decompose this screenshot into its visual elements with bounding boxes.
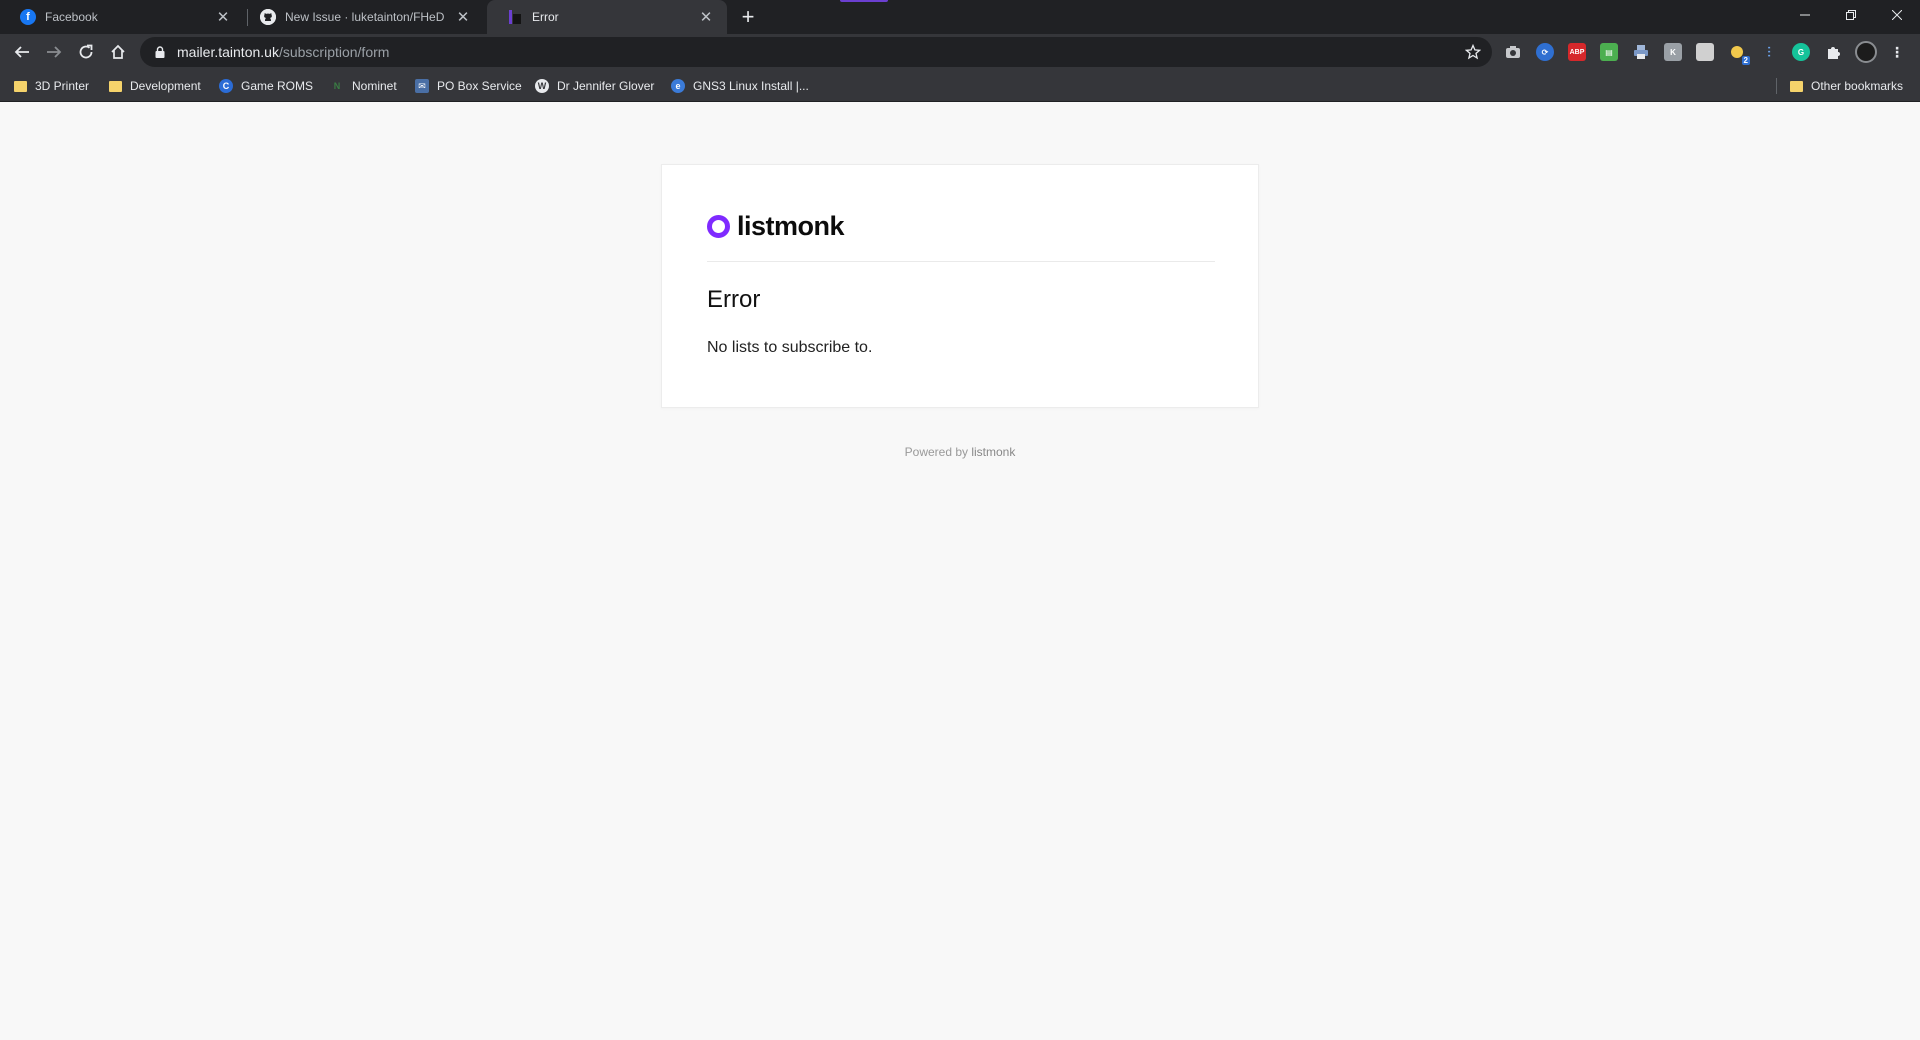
tab-facebook[interactable]: f Facebook ✕	[0, 0, 244, 34]
camera-extension-icon[interactable]	[1504, 43, 1522, 61]
footer-link[interactable]: listmonk	[971, 445, 1015, 459]
bookmark-separator	[1776, 78, 1777, 94]
bookmark-item[interactable]: W Dr Jennifer Glover	[535, 70, 654, 102]
tab-github[interactable]: New Issue · luketainton/FHeD ✕	[240, 0, 484, 34]
green-extension-icon[interactable]: ▤	[1600, 43, 1618, 61]
bookmark-label: Development	[130, 79, 201, 93]
folder-icon	[1790, 80, 1803, 92]
home-icon	[111, 44, 125, 59]
bookmark-label: 3D Printer	[35, 79, 90, 93]
bookmark-label: GNS3 Linux Install |...	[693, 79, 809, 93]
tab-indicator	[840, 0, 888, 2]
tab-strip: f Facebook ✕ New Issue · luketainton/FHe…	[0, 0, 1920, 34]
wordpress-icon: W	[535, 79, 549, 93]
url-domain: mailer.tainton.uk	[177, 44, 279, 60]
close-tab-icon[interactable]: ✕	[697, 8, 715, 26]
tab-title: Error	[532, 10, 559, 24]
error-message: No lists to subscribe to.	[707, 339, 873, 356]
browser-toolbar: mailer.tainton.uk/subscription/form ⟳ AB…	[0, 34, 1920, 70]
extensions-puzzle-icon[interactable]	[1824, 43, 1842, 61]
url-text: mailer.tainton.uk/subscription/form	[177, 44, 389, 60]
printer-extension-icon[interactable]	[1632, 43, 1650, 61]
error-title: Error	[707, 286, 761, 313]
bookmark-item[interactable]: ✉ PO Box Service	[415, 70, 522, 102]
grammarly-icon[interactable]: G	[1792, 43, 1810, 61]
bookmark-label: Dr Jennifer Glover	[557, 79, 655, 93]
nominet-icon: N	[333, 81, 341, 91]
logo-text: listmonk	[737, 211, 845, 241]
close-window-button[interactable]	[1874, 0, 1920, 30]
back-arrow-icon	[14, 46, 29, 58]
new-tab-button[interactable]: +	[736, 6, 760, 30]
other-bookmarks[interactable]: Other bookmarks	[1790, 70, 1903, 102]
adblock-plus-icon[interactable]: ABP	[1568, 43, 1586, 61]
close-tab-icon[interactable]: ✕	[214, 8, 232, 26]
menu-kebab-icon[interactable]: ⋮	[1888, 43, 1906, 61]
bookmarks-bar: 3D Printer Development C Game ROMS N Nom…	[0, 70, 1920, 102]
folder-icon	[14, 80, 27, 92]
bookmark-item[interactable]: e GNS3 Linux Install |...	[671, 70, 809, 102]
back-button[interactable]	[8, 38, 36, 66]
listmonk-icon	[507, 9, 523, 25]
home-button[interactable]	[104, 38, 132, 66]
tab-title: New Issue · luketainton/FHeD	[285, 10, 445, 24]
reload-icon	[79, 44, 93, 59]
url-path: /subscription/form	[278, 44, 390, 60]
close-tab-icon[interactable]: ✕	[454, 8, 472, 26]
extension-badge-count: 2	[1741, 56, 1750, 65]
footer-prefix: Powered by	[904, 445, 972, 459]
lock-icon[interactable]	[153, 45, 167, 59]
bookmark-item[interactable]: C Game ROMS	[219, 70, 313, 102]
other-bookmarks-label: Other bookmarks	[1811, 79, 1904, 93]
error-card: listmonk Error No lists to subscribe to.	[661, 164, 1259, 408]
facebook-icon: f	[20, 9, 36, 25]
sync-extension-icon[interactable]: ⟳	[1536, 43, 1554, 61]
footer: Powered by listmonk	[661, 445, 1259, 459]
po-box-icon: ✉	[415, 79, 429, 93]
card-header: listmonk	[707, 209, 1215, 262]
forward-arrow-icon	[47, 46, 62, 58]
game-roms-icon: C	[219, 79, 233, 93]
bookmark-item[interactable]: N Nominet	[330, 70, 397, 102]
bookmark-item[interactable]: 3D Printer	[14, 70, 89, 102]
bookmark-label: PO Box Service	[437, 79, 522, 93]
bookmark-label: Game ROMS	[241, 79, 314, 93]
tab-title: Facebook	[45, 10, 98, 24]
bookmark-item[interactable]: Development	[109, 70, 201, 102]
folder-icon	[109, 80, 122, 92]
address-bar[interactable]: mailer.tainton.uk/subscription/form	[140, 37, 1492, 67]
profile-avatar[interactable]	[1855, 41, 1877, 63]
badge-extension-icon[interactable]: 2	[1728, 43, 1750, 65]
k-extension-icon[interactable]: K	[1664, 43, 1682, 61]
tab-error[interactable]: Error ✕	[487, 0, 727, 34]
bookmark-label: Nominet	[352, 79, 397, 93]
restore-button[interactable]	[1828, 0, 1874, 30]
grey-extension-icon[interactable]	[1696, 43, 1714, 61]
gns3-icon: e	[671, 79, 685, 93]
chart-extension-icon[interactable]: ⫶	[1760, 43, 1778, 61]
listmonk-logo-icon	[707, 215, 730, 238]
bookmark-star-icon[interactable]	[1464, 43, 1482, 61]
github-icon	[260, 9, 276, 25]
minimize-button[interactable]	[1782, 0, 1828, 30]
reload-button[interactable]	[72, 38, 100, 66]
forward-button[interactable]	[40, 38, 68, 66]
